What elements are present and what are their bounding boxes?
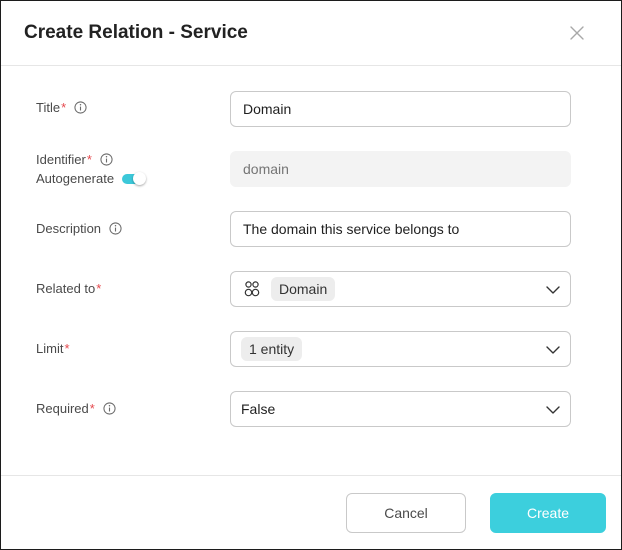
related-to-chip: Domain [271, 277, 336, 301]
chevron-down-icon [546, 286, 560, 294]
required-select[interactable]: False [230, 391, 571, 427]
autogenerate-row: Autogenerate [36, 171, 147, 186]
entity-icon [244, 281, 260, 297]
required-value: False [241, 401, 276, 417]
close-icon[interactable] [567, 23, 587, 43]
info-icon[interactable] [103, 402, 116, 415]
dialog-header: Create Relation - Service [1, 1, 621, 66]
dialog-footer: Cancel Create [1, 475, 621, 549]
title-input-wrapper [230, 91, 571, 127]
dialog-title: Create Relation - Service [24, 22, 248, 43]
limit-chip: 1 entity [241, 337, 303, 361]
chevron-down-icon [546, 346, 560, 354]
identifier-input-wrapper [230, 151, 571, 187]
info-icon[interactable] [100, 153, 113, 166]
create-relation-dialog: Create Relation - Service Title* Identif… [0, 0, 622, 550]
identifier-label: Identifier * [36, 152, 113, 167]
cancel-button[interactable]: Cancel [346, 493, 466, 533]
related-to-label: Related to * [36, 281, 102, 296]
description-label: Description [36, 221, 122, 236]
create-button[interactable]: Create [490, 493, 606, 533]
autogenerate-label: Autogenerate [36, 171, 115, 186]
required-label: Required * [36, 401, 116, 416]
description-input-wrapper [230, 211, 571, 247]
info-icon[interactable] [109, 222, 122, 235]
toggle-knob [133, 171, 147, 185]
info-icon[interactable] [74, 101, 87, 114]
limit-label: Limit * [36, 341, 70, 356]
limit-select[interactable]: 1 entity [230, 331, 571, 367]
related-to-select[interactable]: Domain [230, 271, 571, 307]
title-label: Title * [36, 100, 87, 115]
description-input[interactable] [243, 221, 558, 237]
title-input[interactable] [243, 101, 558, 117]
identifier-input[interactable] [243, 161, 558, 177]
autogenerate-toggle[interactable] [122, 171, 147, 185]
chevron-down-icon [546, 406, 560, 414]
